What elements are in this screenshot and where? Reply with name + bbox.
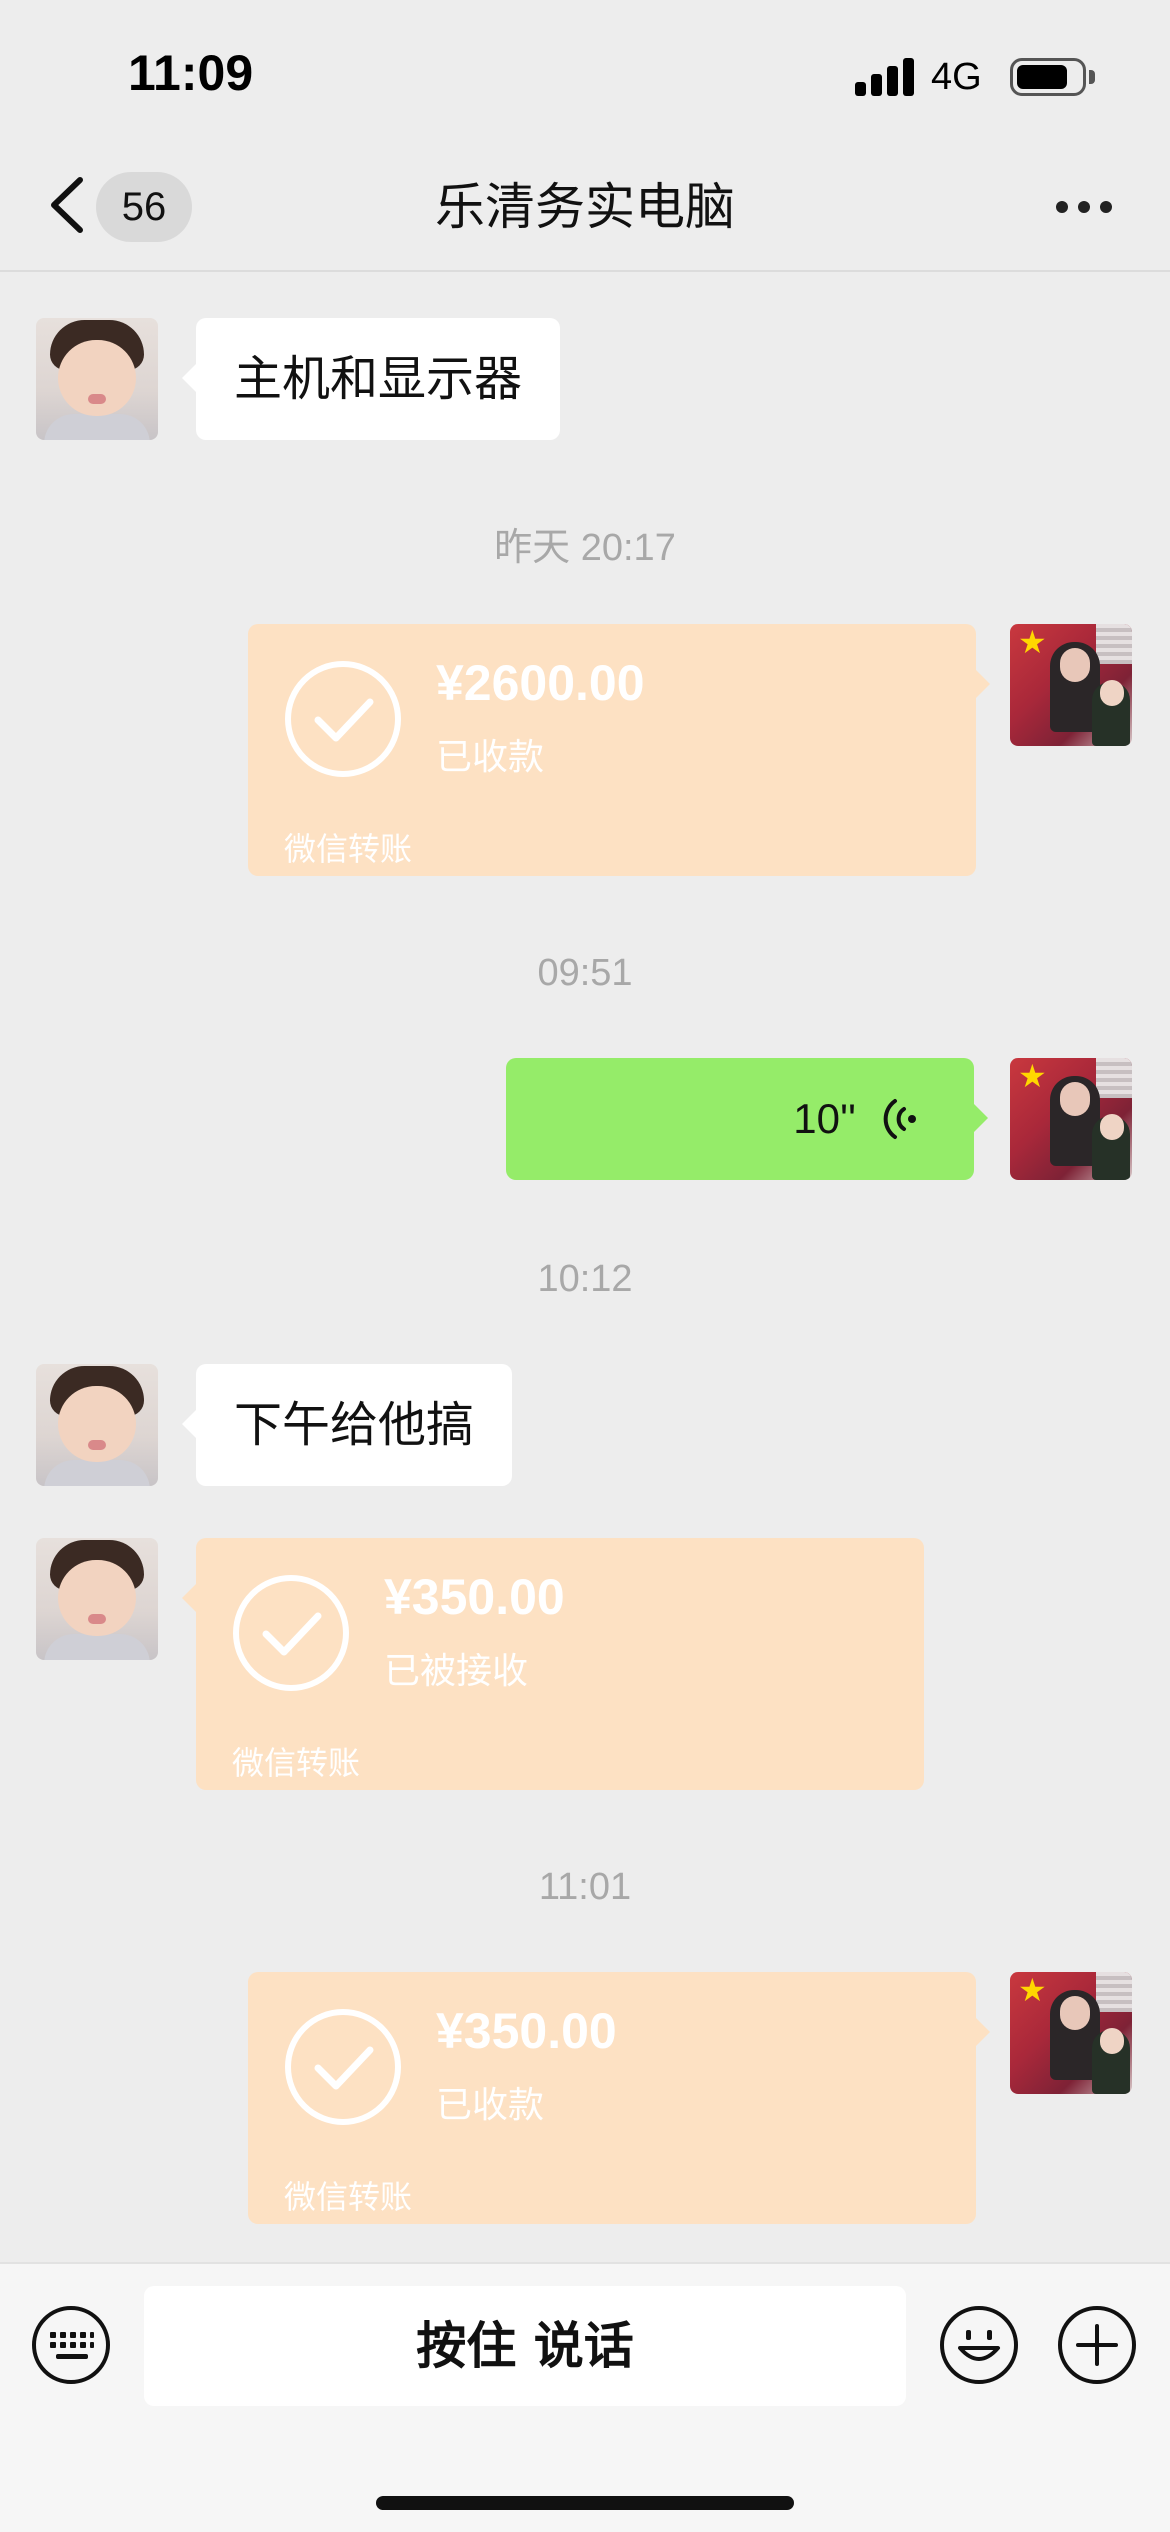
my-avatar[interactable]: ★ (1010, 1058, 1132, 1180)
check-icon (233, 1575, 349, 1691)
back-button[interactable] (40, 172, 96, 238)
incoming-message-bubble[interactable]: 主机和显示器 (181, 318, 561, 440)
keyboard-icon[interactable] (30, 2304, 112, 2386)
transfer-status: 已收款 (436, 2085, 545, 2126)
chat-title: 乐清务实电脑 (435, 178, 735, 236)
more-icon (1056, 201, 1068, 213)
check-icon (285, 661, 401, 777)
time-divider: 09:51 (537, 952, 633, 994)
transfer-card[interactable]: ¥350.00 已被接收 微信转账 (182, 1538, 924, 1790)
transfer-label: 微信转账 (232, 1744, 361, 1782)
my-avatar[interactable]: ★ (1010, 624, 1132, 746)
transfer-card[interactable]: ¥2600.00 已收款 微信转账 (248, 624, 990, 876)
contact-avatar[interactable] (36, 1364, 158, 1486)
plus-icon[interactable] (1056, 2304, 1138, 2386)
incoming-message-bubble[interactable]: 下午给他搞 (181, 1364, 513, 1486)
voice-duration: 10'' (793, 1095, 856, 1142)
transfer-status: 已被接收 (384, 1651, 529, 1692)
contact-avatar[interactable] (36, 1538, 158, 1660)
check-icon (285, 2009, 401, 2125)
signal-icon (855, 58, 917, 96)
back-chevron-icon (51, 177, 83, 233)
time-divider: 昨天 20:17 (494, 527, 676, 569)
time-divider: 11:01 (538, 1866, 632, 1908)
more-button[interactable] (1050, 185, 1120, 225)
unread-count-badge[interactable]: 56 (96, 172, 192, 242)
chat-header: 11:09 4G 56 乐清务实电脑 (0, 0, 1170, 272)
emoji-icon[interactable] (938, 2304, 1020, 2386)
battery-cap (1089, 70, 1095, 84)
my-avatar[interactable]: ★ (1010, 1972, 1132, 2094)
transfer-amount: ¥350.00 (436, 2003, 617, 2059)
transfer-amount: ¥2600.00 (436, 655, 645, 711)
transfer-amount: ¥350.00 (384, 1569, 565, 1625)
voice-message-bubble[interactable]: 10'' (506, 1058, 988, 1180)
time-divider: 10:12 (537, 1258, 633, 1300)
input-bar: 按住 说话 (0, 2262, 1170, 2532)
network-type: 4G (931, 56, 982, 98)
transfer-label: 微信转账 (284, 830, 413, 868)
transfer-card[interactable]: ¥350.00 已收款 微信转账 (248, 1972, 990, 2224)
contact-avatar[interactable] (36, 318, 158, 440)
status-time: 11:09 (128, 45, 254, 101)
transfer-status: 已收款 (436, 737, 545, 778)
voice-wave-icon (883, 1099, 916, 1139)
home-indicator (376, 2496, 794, 2510)
hold-to-talk-button[interactable]: 按住 说话 (144, 2286, 906, 2406)
transfer-label: 微信转账 (284, 2178, 413, 2216)
battery-icon (1010, 58, 1086, 96)
